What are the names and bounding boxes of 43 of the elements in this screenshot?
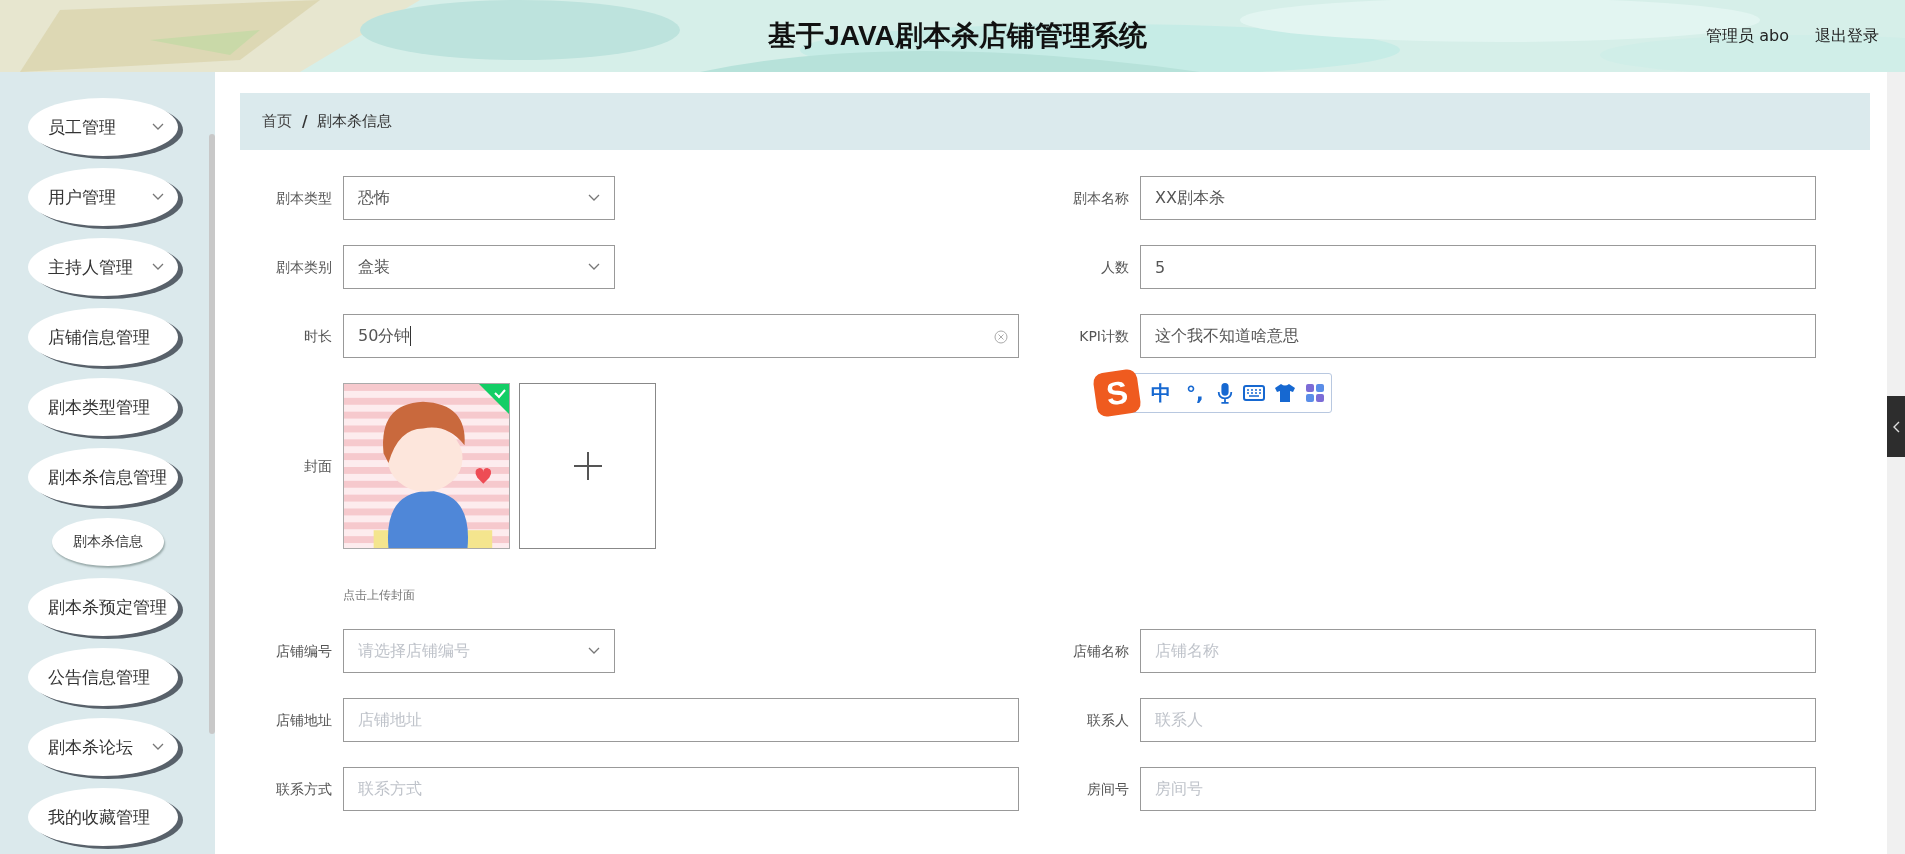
breadcrumb-link[interactable]: 首页 (262, 112, 292, 131)
upload-box[interactable] (519, 383, 656, 549)
input-field[interactable]: 这个我不知道啥意思 (1140, 314, 1816, 358)
check-badge-icon (479, 384, 509, 414)
input-field[interactable]: XX剧本杀 (1140, 176, 1816, 220)
apps-icon[interactable] (1304, 383, 1325, 403)
clear-icon[interactable] (994, 330, 1008, 344)
field-label: 店铺编号 (275, 642, 332, 661)
select-field[interactable]: 恐怖 (343, 176, 615, 220)
field-label: 封面 (303, 457, 332, 476)
field-label: 店铺名称 (1072, 642, 1129, 661)
plus-icon (573, 452, 602, 480)
chevron-left-icon (1892, 420, 1900, 433)
input-field[interactable]: 50分钟 (343, 314, 1019, 358)
app-title: 基于JAVA剧本杀店铺管理系统 (768, 19, 1147, 53)
field-label: 人数 (1100, 258, 1129, 277)
upload-hint: 点击上传封面 (343, 587, 416, 604)
field-label: 联系人 (1086, 711, 1129, 730)
input-field[interactable]: 5 (1140, 245, 1816, 289)
scrollbar-thumb[interactable] (209, 134, 215, 734)
shirt-icon[interactable] (1273, 383, 1296, 403)
select-field[interactable]: 盒装 (343, 245, 615, 289)
side-panel-tab[interactable] (1887, 396, 1905, 457)
ime-mode-toggle[interactable]: 中 (1148, 379, 1174, 407)
field-label: 房间号 (1086, 780, 1129, 799)
breadcrumb-link[interactable]: 剧本杀信息 (317, 112, 393, 131)
user-name: 管理员 abo (1706, 26, 1789, 47)
chevron-down-icon (588, 647, 600, 655)
chevron-down-icon (588, 263, 600, 271)
field-label: 剧本名称 (1072, 189, 1129, 208)
microphone-icon[interactable] (1215, 382, 1234, 404)
field-label: 剧本类型 (275, 189, 332, 208)
logout-link[interactable]: 退出登录 (1815, 26, 1879, 47)
field-label: 联系方式 (275, 780, 332, 799)
field-label: 店铺地址 (275, 711, 332, 730)
field-label: 时长 (303, 327, 332, 346)
field-label: 剧本类别 (275, 258, 332, 277)
breadcrumb-separator: / (302, 112, 308, 131)
keyboard-icon[interactable] (1242, 385, 1265, 401)
ime-mode-toggle[interactable]: °, (1183, 381, 1207, 405)
field-label: KPI计数 (1078, 327, 1129, 346)
submenu-item[interactable]: 剧本杀信息 (52, 518, 164, 566)
chevron-down-icon (588, 194, 600, 202)
